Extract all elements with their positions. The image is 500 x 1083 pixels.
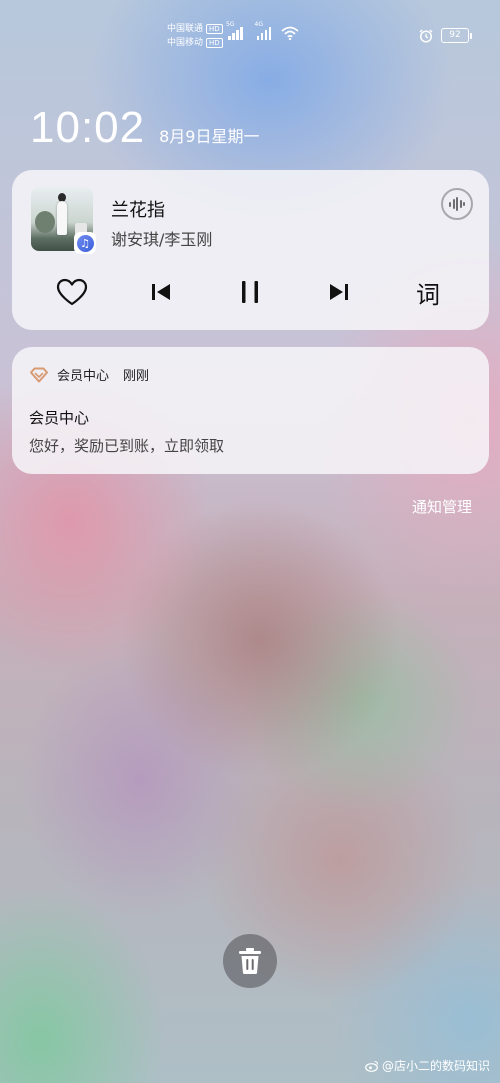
notification-card[interactable]: 会员中心 刚刚 会员中心 您好，奖励已到账，立即领取: [12, 347, 489, 474]
carrier-1: 中国联通 HD: [167, 22, 223, 36]
skip-previous-icon: [152, 284, 170, 300]
network-4g-label: 4G: [254, 21, 263, 28]
status-right: 92: [419, 28, 472, 43]
network-5g-label: 5G: [226, 21, 235, 28]
next-button[interactable]: [317, 270, 361, 314]
lyrics-button[interactable]: 词: [406, 270, 450, 314]
hd-badge: HD: [206, 38, 223, 48]
music-player-card[interactable]: ♫ 兰花指 谢安琪/李玉刚 词: [12, 170, 489, 330]
song-artist: 谢安琪/李玉刚: [111, 230, 213, 249]
clock-time: 10:02: [30, 103, 146, 152]
watermark: @店小二的数码知识: [365, 1057, 490, 1074]
notification-app-name: 会员中心: [57, 369, 110, 384]
carrier-1-name: 中国联通: [167, 24, 204, 34]
weibo-logo-icon: [365, 1060, 379, 1072]
status-bar: 中国联通 HD 中国移动 HD 5G 4G 92: [0, 0, 500, 60]
carrier-2-name: 中国移动: [167, 38, 204, 48]
wifi-icon: [281, 26, 299, 40]
carrier-info: 中国联通 HD 中国移动 HD: [167, 22, 223, 50]
trash-icon: [239, 948, 261, 974]
pause-button[interactable]: [228, 270, 272, 314]
clear-notifications-button[interactable]: [223, 934, 277, 988]
signal-5g-icon: 5G: [226, 21, 243, 40]
watermark-text: @店小二的数码知识: [381, 1059, 490, 1073]
diamond-icon: [30, 367, 48, 382]
heart-icon: [56, 278, 88, 306]
lock-clock: 10:02 8月9日星期一: [30, 103, 259, 153]
battery-level: 92: [441, 28, 469, 43]
playback-controls: 词: [12, 270, 489, 314]
clock-date: 8月9日星期一: [159, 127, 260, 146]
music-app-icon: ♫: [74, 232, 96, 254]
pause-icon: [242, 281, 258, 303]
signal-indicators: 5G 4G: [226, 21, 299, 40]
notification-time: 刚刚: [123, 369, 150, 384]
notification-title: 会员中心: [29, 409, 90, 427]
alarm-clock-icon: [419, 28, 433, 43]
signal-4g-icon: 4G: [255, 21, 271, 40]
battery-icon: 92: [441, 28, 472, 43]
previous-button[interactable]: [139, 270, 183, 314]
carrier-2: 中国移动 HD: [167, 36, 223, 50]
notification-header: 会员中心 刚刚: [29, 365, 149, 384]
audio-output-icon[interactable]: [441, 188, 473, 220]
like-button[interactable]: [50, 270, 94, 314]
skip-next-icon: [330, 284, 348, 300]
song-title: 兰花指: [111, 200, 165, 221]
hd-badge: HD: [206, 24, 223, 34]
notification-body: 您好，奖励已到账，立即领取: [29, 437, 225, 455]
notification-manage-link[interactable]: 通知管理: [412, 496, 472, 517]
